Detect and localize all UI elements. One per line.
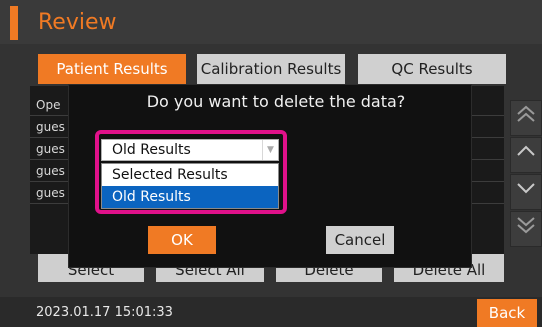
page-title: Review (38, 10, 117, 35)
dropdown-options: Selected Results Old Results (101, 163, 279, 209)
chevron-down-icon (515, 180, 537, 204)
chevron-up-icon (515, 143, 537, 167)
dialog-question: Do you want to delete the data? (146, 92, 406, 111)
tab-calibration-results[interactable]: Calibration Results (197, 54, 345, 84)
select-value: Old Results (112, 142, 191, 158)
delete-scope-select[interactable]: Old Results ▼ (101, 139, 279, 161)
double-chevron-down-icon (515, 217, 537, 241)
double-chevron-up-icon (515, 105, 537, 130)
page-down-button[interactable] (510, 211, 542, 247)
datetime-display: 2023.01.17 15:01:33 (36, 305, 173, 320)
cancel-button[interactable]: Cancel (326, 226, 394, 254)
page-up-button[interactable] (510, 100, 542, 136)
option-selected-results[interactable]: Selected Results (102, 164, 278, 186)
header-accent-bar (10, 6, 18, 40)
back-button[interactable]: Back (477, 299, 537, 327)
tab-qc-results[interactable]: QC Results (358, 54, 506, 84)
option-old-results[interactable]: Old Results (102, 186, 278, 208)
dropdown-arrow-icon[interactable]: ▼ (262, 140, 278, 160)
ok-button[interactable]: OK (148, 226, 216, 254)
tab-patient-results[interactable]: Patient Results (38, 54, 186, 84)
scroll-down-button[interactable] (510, 174, 542, 210)
scroll-up-button[interactable] (510, 137, 542, 173)
